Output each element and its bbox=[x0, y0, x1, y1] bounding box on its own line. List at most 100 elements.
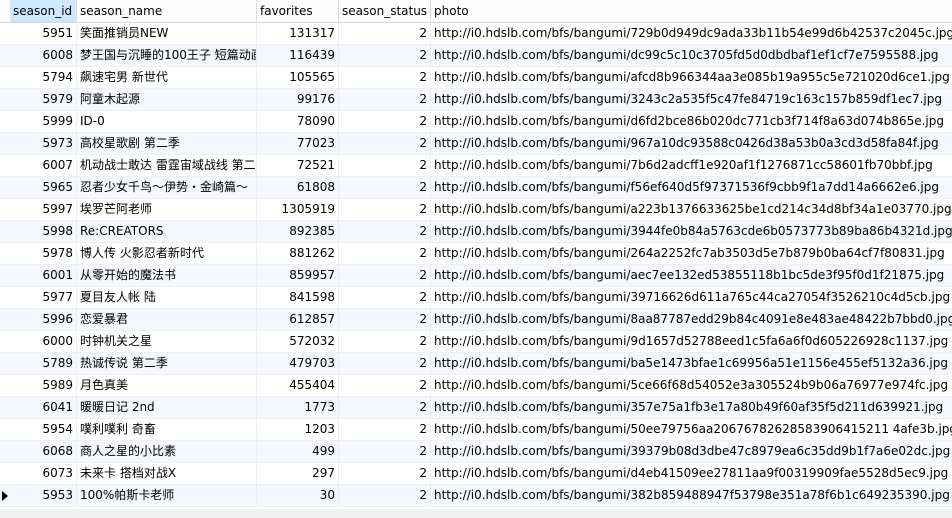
cell-photo[interactable]: http://i0.hdslb.com/bfs/bangumi/aec7ee13… bbox=[431, 265, 952, 286]
cell-favorites[interactable]: 105565 bbox=[257, 67, 339, 88]
column-header-favorites[interactable]: favorites bbox=[257, 0, 339, 22]
cell-season-status[interactable]: 2 bbox=[339, 331, 431, 352]
cell-favorites[interactable]: 131317 bbox=[257, 23, 339, 44]
cell-season-id[interactable]: 5951 bbox=[10, 23, 77, 44]
cell-photo[interactable]: http://i0.hdslb.com/bfs/bangumi/39716626… bbox=[431, 287, 952, 308]
table-row[interactable]: 5951 笑面推销员NEW 131317 2 http://i0.hdslb.com/b… bbox=[0, 23, 952, 45]
cell-season-id[interactable]: 6000 bbox=[10, 331, 77, 352]
table-row[interactable]: 5794 飙速宅男 新世代 105565 2 http://i0.hdslb.com/b… bbox=[0, 67, 952, 89]
row-indicator[interactable] bbox=[0, 353, 10, 374]
cell-photo[interactable]: http://i0.hdslb.com/bfs/bangumi/264a2252… bbox=[431, 243, 952, 264]
cell-photo[interactable]: http://i0.hdslb.com/bfs/bangumi/dc99c5c1… bbox=[431, 45, 952, 66]
cell-favorites[interactable]: 116439 bbox=[257, 45, 339, 66]
cell-favorites[interactable]: 99176 bbox=[257, 89, 339, 110]
cell-favorites[interactable]: 455404 bbox=[257, 375, 339, 396]
table-row[interactable]: 6001 从零开始的魔法书 859957 2 http://i0.hdslb.com/b… bbox=[0, 265, 952, 287]
cell-season-status[interactable]: 2 bbox=[339, 89, 431, 110]
cell-favorites[interactable]: 1773 bbox=[257, 397, 339, 418]
cell-season-name[interactable]: 恋爱暴君 bbox=[77, 309, 257, 330]
cell-photo[interactable]: http://i0.hdslb.com/bfs/bangumi/afcd8b96… bbox=[431, 67, 952, 88]
cell-season-name[interactable]: 100%帕斯卡老师 bbox=[77, 485, 257, 506]
row-indicator[interactable] bbox=[0, 89, 10, 110]
cell-season-id[interactable]: 5998 bbox=[10, 221, 77, 242]
cell-season-status[interactable]: 2 bbox=[339, 133, 431, 154]
cell-favorites[interactable]: 892385 bbox=[257, 221, 339, 242]
cell-season-name[interactable]: 未来卡 搭档对战X bbox=[77, 463, 257, 484]
cell-season-name[interactable]: 笑面推销员NEW bbox=[77, 23, 257, 44]
cell-photo[interactable]: http://i0.hdslb.com/bfs/bangumi/382b8594… bbox=[431, 485, 952, 506]
cell-season-status[interactable]: 2 bbox=[339, 287, 431, 308]
cell-photo[interactable]: http://i0.hdslb.com/bfs/bangumi/7b6d2adc… bbox=[431, 155, 952, 176]
cell-season-status[interactable]: 2 bbox=[339, 375, 431, 396]
cell-season-status[interactable]: 2 bbox=[339, 397, 431, 418]
cell-season-id[interactable]: 6073 bbox=[10, 463, 77, 484]
cell-season-name[interactable]: 月色真美 bbox=[77, 375, 257, 396]
column-header-season-id[interactable]: season_id bbox=[10, 0, 77, 22]
cell-season-id[interactable]: 5996 bbox=[10, 309, 77, 330]
row-indicator[interactable] bbox=[0, 265, 10, 286]
cell-season-status[interactable]: 2 bbox=[339, 353, 431, 374]
cell-season-status[interactable]: 2 bbox=[339, 463, 431, 484]
cell-season-name[interactable]: 机动战士敢达 雷霆宙域战线 第二季 bbox=[77, 155, 257, 176]
table-row[interactable]: 5973 高校星歌剧 第二季 77023 2 http://i0.hdslb.com/b… bbox=[0, 133, 952, 155]
cell-season-id[interactable]: 6007 bbox=[10, 155, 77, 176]
table-row[interactable]: 6041 暖暖日记 2nd 1773 2 http://i0.hdslb.com/bfs… bbox=[0, 397, 952, 419]
table-row[interactable]: 5998 Re:CREATORS 892385 2 http://i0.hdslb.co… bbox=[0, 221, 952, 243]
cell-photo[interactable]: http://i0.hdslb.com/bfs/bangumi/50ee7975… bbox=[431, 419, 952, 440]
table-row[interactable]: 5989 月色真美 455404 2 http://i0.hdslb.com/bfs/b… bbox=[0, 375, 952, 397]
row-indicator[interactable] bbox=[0, 199, 10, 220]
cell-favorites[interactable]: 78090 bbox=[257, 111, 339, 132]
cell-favorites[interactable]: 499 bbox=[257, 441, 339, 462]
row-indicator[interactable] bbox=[0, 419, 10, 440]
column-header-season-status[interactable]: season_status bbox=[339, 0, 431, 22]
cell-season-id[interactable]: 5953 bbox=[10, 485, 77, 506]
cell-season-status[interactable]: 2 bbox=[339, 155, 431, 176]
cell-season-name[interactable]: 忍者少女千鸟～伊势・金崎篇～ bbox=[77, 177, 257, 198]
cell-photo[interactable]: http://i0.hdslb.com/bfs/bangumi/9d1657d5… bbox=[431, 331, 952, 352]
row-indicator[interactable] bbox=[0, 243, 10, 264]
cell-season-name[interactable]: 噗利噗利 奇畜 bbox=[77, 419, 257, 440]
cell-favorites[interactable]: 1305919 bbox=[257, 199, 339, 220]
cell-season-status[interactable]: 2 bbox=[339, 67, 431, 88]
table-row[interactable]: 5953 100%帕斯卡老师 30 2 http://i0.hdslb.com/bfs/… bbox=[0, 485, 952, 507]
cell-favorites[interactable]: 572032 bbox=[257, 331, 339, 352]
row-indicator[interactable] bbox=[0, 287, 10, 308]
cell-season-id[interactable]: 6068 bbox=[10, 441, 77, 462]
cell-season-status[interactable]: 2 bbox=[339, 45, 431, 66]
cell-season-status[interactable]: 2 bbox=[339, 265, 431, 286]
row-indicator[interactable] bbox=[0, 463, 10, 484]
cell-season-name[interactable]: 从零开始的魔法书 bbox=[77, 265, 257, 286]
cell-season-name[interactable]: Re:CREATORS bbox=[77, 221, 257, 242]
cell-season-name[interactable]: 热诚传说 第二季 bbox=[77, 353, 257, 374]
cell-season-status[interactable]: 2 bbox=[339, 221, 431, 242]
row-indicator[interactable] bbox=[0, 133, 10, 154]
table-row[interactable]: 5979 阿童木起源 99176 2 http://i0.hdslb.com/bfs/b… bbox=[0, 89, 952, 111]
row-indicator[interactable] bbox=[0, 111, 10, 132]
row-indicator[interactable] bbox=[0, 45, 10, 66]
table-row[interactable]: 6000 时钟机关之星 572032 2 http://i0.hdslb.com/bfs… bbox=[0, 331, 952, 353]
cell-photo[interactable]: http://i0.hdslb.com/bfs/bangumi/d4eb4150… bbox=[431, 463, 952, 484]
cell-favorites[interactable]: 30 bbox=[257, 485, 339, 506]
horizontal-scrollbar[interactable] bbox=[0, 509, 952, 518]
cell-season-name[interactable]: 飙速宅男 新世代 bbox=[77, 67, 257, 88]
cell-favorites[interactable]: 61808 bbox=[257, 177, 339, 198]
cell-season-status[interactable]: 2 bbox=[339, 419, 431, 440]
cell-photo[interactable]: http://i0.hdslb.com/bfs/bangumi/5ce66f68… bbox=[431, 375, 952, 396]
cell-season-name[interactable]: ID-0 bbox=[77, 111, 257, 132]
cell-season-id[interactable]: 5965 bbox=[10, 177, 77, 198]
cell-photo[interactable]: http://i0.hdslb.com/bfs/bangumi/39379b08… bbox=[431, 441, 952, 462]
table-row[interactable]: 5977 夏目友人帐 陆 841598 2 http://i0.hdslb.com/bf… bbox=[0, 287, 952, 309]
column-header-photo[interactable]: photo bbox=[431, 0, 952, 22]
cell-favorites[interactable]: 881262 bbox=[257, 243, 339, 264]
column-header-season-name[interactable]: season_name bbox=[77, 0, 257, 22]
cell-photo[interactable]: http://i0.hdslb.com/bfs/bangumi/3243c2a5… bbox=[431, 89, 952, 110]
cell-season-name[interactable]: 夏目友人帐 陆 bbox=[77, 287, 257, 308]
row-indicator[interactable] bbox=[0, 221, 10, 242]
cell-favorites[interactable]: 72521 bbox=[257, 155, 339, 176]
cell-favorites[interactable]: 841598 bbox=[257, 287, 339, 308]
row-indicator[interactable] bbox=[0, 485, 10, 506]
row-indicator[interactable] bbox=[0, 375, 10, 396]
cell-favorites[interactable]: 479703 bbox=[257, 353, 339, 374]
cell-season-status[interactable]: 2 bbox=[339, 177, 431, 198]
cell-season-name[interactable]: 梦王国与沉睡的100王子 短篇动画 bbox=[77, 45, 257, 66]
